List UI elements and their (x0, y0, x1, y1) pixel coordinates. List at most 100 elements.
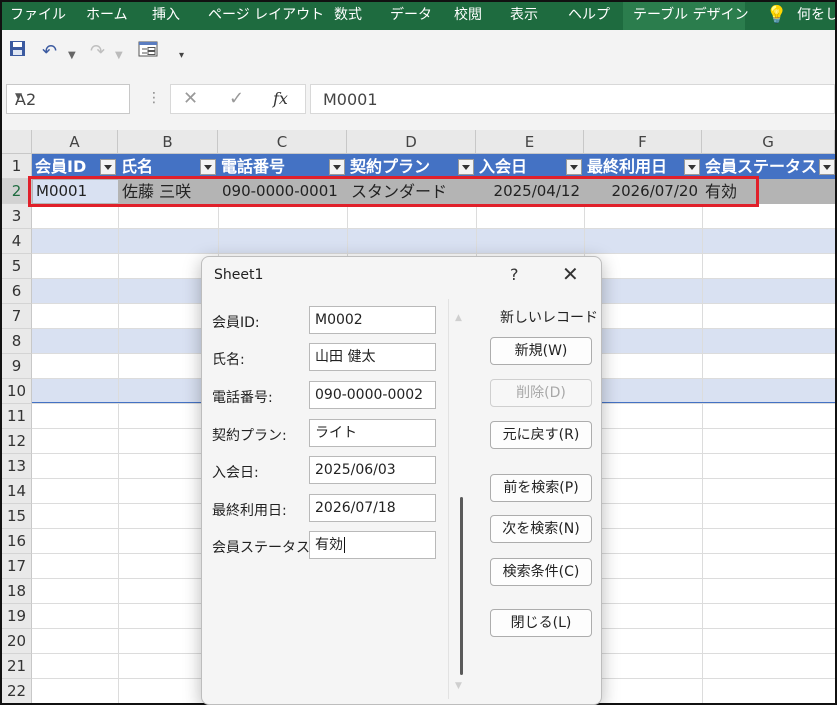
field-input-status[interactable]: 有効 (309, 531, 436, 559)
column-header-d[interactable]: D (347, 130, 476, 154)
tab-home[interactable]: ホーム (86, 2, 128, 30)
record-position-label: 新しいレコード (500, 310, 598, 326)
filter-dropdown-icon[interactable] (819, 159, 835, 175)
insert-function-icon[interactable]: fx (273, 89, 288, 108)
cancel-icon[interactable]: ✕ (183, 88, 198, 109)
row-header[interactable]: 6 (2, 279, 32, 304)
chevron-down-icon[interactable]: ▼ (15, 92, 125, 102)
column-header-f[interactable]: F (584, 130, 702, 154)
field-label-last-used: 最終利用日: (212, 503, 287, 519)
row-header[interactable]: 8 (2, 329, 32, 354)
new-button[interactable]: 新規(W) (490, 337, 592, 365)
close-button[interactable]: 閉じる(L) (490, 609, 592, 637)
filter-dropdown-icon[interactable] (200, 159, 216, 175)
row-header[interactable]: 21 (2, 654, 32, 679)
column-header-e[interactable]: E (476, 130, 584, 154)
row-header[interactable]: 5 (2, 254, 32, 279)
delete-button[interactable]: 削除(D) (490, 379, 592, 407)
tab-help[interactable]: ヘルプ (568, 2, 610, 30)
tab-formulas[interactable]: 数式 (334, 2, 362, 30)
tell-me-search[interactable]: 何をし (797, 2, 835, 30)
form-icon[interactable] (138, 40, 158, 64)
field-input-member-id[interactable]: M0002 (309, 306, 436, 334)
row-header[interactable]: 4 (2, 229, 32, 254)
row-header[interactable]: 18 (2, 579, 32, 604)
find-next-button[interactable]: 次を検索(N) (490, 515, 592, 543)
field-label-name: 氏名: (212, 352, 245, 368)
field-input-last-used[interactable]: 2026/07/18 (309, 494, 436, 522)
dialog-title: Sheet1 (214, 267, 264, 283)
redo-dropdown-icon[interactable]: ▼ (115, 44, 123, 68)
field-input-plan[interactable]: ライト (309, 419, 436, 447)
formula-input[interactable]: M0001 (310, 84, 835, 114)
save-icon[interactable] (9, 40, 26, 64)
field-label-phone: 電話番号: (212, 390, 273, 406)
formula-buttons: ✕ ✓ fx (170, 84, 306, 114)
filter-dropdown-icon[interactable] (100, 159, 116, 175)
row-header[interactable]: 10 (2, 379, 32, 404)
row-header[interactable]: 19 (2, 604, 32, 629)
record-scrollbar-thumb[interactable] (460, 497, 463, 675)
row-header[interactable]: 12 (2, 429, 32, 454)
field-input-phone[interactable]: 090-0000-0002 (309, 381, 436, 409)
row-header[interactable]: 14 (2, 479, 32, 504)
row-header[interactable]: 15 (2, 504, 32, 529)
column-header-c[interactable]: C (218, 130, 347, 154)
data-form-dialog: Sheet1 ? ✕ 会員ID: M0002 氏名: 山田 健太 電話番号: 0… (201, 256, 602, 705)
formula-content: M0001 (323, 90, 378, 109)
tab-page-layout[interactable]: ページ レイアウト (208, 2, 324, 30)
lightbulb-icon[interactable]: 💡 (766, 2, 787, 30)
field-input-status-value: 有効 (315, 537, 343, 553)
row-header[interactable]: 9 (2, 354, 32, 379)
tab-data[interactable]: データ (390, 2, 432, 30)
row-header[interactable]: 22 (2, 679, 32, 703)
help-icon[interactable]: ? (510, 265, 519, 284)
row-header[interactable]: 13 (2, 454, 32, 479)
undo-icon[interactable]: ↶ (42, 40, 57, 64)
row-header[interactable]: 11 (2, 404, 32, 429)
restore-button[interactable]: 元に戻す(R) (490, 421, 592, 449)
field-input-join-date[interactable]: 2025/06/03 (309, 456, 436, 484)
filter-dropdown-icon[interactable] (566, 159, 582, 175)
ribbon-tabs: ファイル ホーム 挿入 ページ レイアウト 数式 データ 校閲 表示 ヘルプ テ… (2, 2, 835, 30)
row-header[interactable]: 16 (2, 529, 32, 554)
name-box[interactable]: A2 ▼ (6, 84, 130, 114)
row-header[interactable]: 20 (2, 629, 32, 654)
more-options-icon[interactable]: ⋮ (147, 90, 161, 106)
close-icon[interactable]: ✕ (562, 262, 579, 286)
criteria-button[interactable]: 検索条件(C) (490, 558, 592, 586)
row-header[interactable]: 3 (2, 204, 32, 229)
column-header-b[interactable]: B (118, 130, 218, 154)
select-all-corner[interactable] (2, 130, 32, 154)
filter-dropdown-icon[interactable] (329, 159, 345, 175)
find-prev-button[interactable]: 前を検索(P) (490, 474, 592, 502)
row-header[interactable]: 17 (2, 554, 32, 579)
column-header-a[interactable]: A (32, 130, 118, 154)
tab-table-design[interactable]: テーブル デザイン (623, 2, 749, 30)
field-label-plan: 契約プラン: (212, 428, 287, 444)
field-input-name[interactable]: 山田 健太 (309, 343, 436, 371)
field-label-member-id: 会員ID: (212, 315, 260, 331)
gridline (32, 228, 835, 229)
undo-dropdown-icon[interactable]: ▼ (68, 44, 76, 68)
filter-dropdown-icon[interactable] (684, 159, 700, 175)
tab-view[interactable]: 表示 (510, 2, 538, 30)
quick-access-toolbar: ↶ ▼ ↷ ▼ ▾ (2, 30, 835, 76)
scroll-down-icon[interactable]: ▼ (455, 681, 462, 691)
redo-icon[interactable]: ↷ (90, 40, 105, 64)
column-header-g[interactable]: G (702, 130, 835, 154)
tab-insert[interactable]: 挿入 (152, 2, 180, 30)
scroll-up-icon[interactable]: ▲ (455, 313, 462, 323)
customize-qat-icon[interactable]: ▾ (179, 44, 184, 68)
field-label-join-date: 入会日: (212, 465, 259, 481)
enter-icon[interactable]: ✓ (229, 88, 244, 109)
tab-review[interactable]: 校閲 (454, 2, 482, 30)
highlight-box (28, 176, 759, 207)
table-band-row-4 (32, 229, 835, 254)
row-header[interactable]: 7 (2, 304, 32, 329)
tab-file[interactable]: ファイル (10, 2, 66, 30)
field-label-status: 会員ステータス: (212, 540, 315, 556)
formula-bar: A2 ▼ ⋮ ✕ ✓ fx M0001 (2, 76, 835, 130)
filter-dropdown-icon[interactable] (458, 159, 474, 175)
dialog-divider (448, 299, 449, 699)
